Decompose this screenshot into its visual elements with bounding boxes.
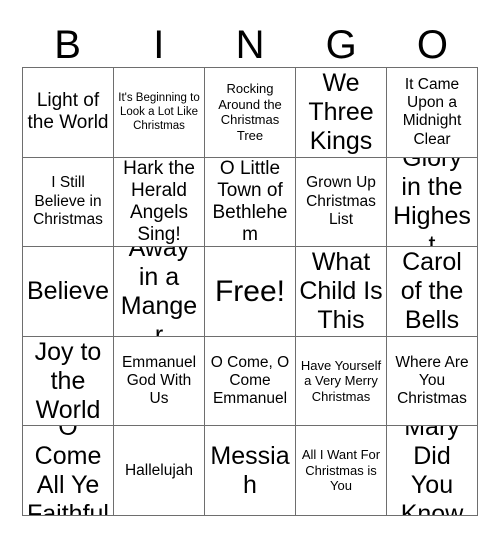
- bingo-cell-label: Emmanuel God With Us: [121, 353, 197, 408]
- bingo-cell-label: O Come, O Come Emmanuel: [210, 353, 290, 408]
- bingo-header-letter-b: B: [54, 22, 81, 67]
- bingo-cell[interactable]: We Three Kings: [296, 68, 387, 158]
- bingo-cell-label: All I Want For Christmas is You: [301, 447, 381, 494]
- bingo-cell[interactable]: Away in a Manger: [114, 247, 205, 337]
- bingo-cell-label: Mary Did You Know: [400, 426, 464, 516]
- bingo-cell[interactable]: Mary Did You Know: [387, 426, 478, 516]
- bingo-cell-label: Carol of the Bells: [400, 248, 464, 334]
- bingo-header-letter-g: G: [325, 22, 357, 67]
- bingo-cell-label: What Child Is This: [299, 248, 383, 334]
- bingo-cell[interactable]: It's Beginning to Look a Lot Like Christ…: [114, 68, 205, 158]
- bingo-cell[interactable]: Light of the World: [23, 68, 114, 158]
- bingo-cell-label: It's Beginning to Look a Lot Like Christ…: [118, 92, 200, 133]
- bingo-cell-label: I Still Believe in Christmas: [33, 174, 103, 229]
- bingo-cell[interactable]: Where Are You Christmas: [387, 336, 478, 427]
- bingo-cell[interactable]: What Child Is This: [296, 247, 387, 337]
- bingo-cell[interactable]: I Still Believe in Christmas: [23, 157, 114, 248]
- bingo-header-letter-n: N: [235, 22, 265, 67]
- bingo-cell-label: Grown Up Christmas List: [306, 174, 376, 229]
- bingo-cell[interactable]: Messiah: [205, 426, 296, 516]
- bingo-cell-label: Have Yourself a Very Merry Christmas: [300, 357, 382, 404]
- bingo-cell[interactable]: O Come All Ye Faithful: [23, 426, 114, 516]
- bingo-cell[interactable]: Hark the Herald Angels Sing!: [114, 157, 205, 248]
- bingo-cell-label: Light of the World: [27, 90, 109, 134]
- bingo-grid: Light of the World It's Beginning to Look…: [22, 67, 478, 516]
- bingo-cell[interactable]: Believe: [23, 247, 114, 337]
- bingo-cell[interactable]: Hallelujah: [114, 426, 205, 516]
- bingo-cell-label: It Came Upon a Midnight Clear: [402, 75, 462, 148]
- bingo-cell[interactable]: Grown Up Christmas List: [296, 157, 387, 248]
- bingo-cell-label: O Come All Ye Faithful: [27, 426, 109, 516]
- bingo-cell-label: We Three Kings: [308, 68, 374, 155]
- bingo-cell[interactable]: Have Yourself a Very Merry Christmas: [296, 336, 387, 427]
- bingo-cell-label: Hallelujah: [124, 461, 194, 479]
- bingo-cell-label: Hark the Herald Angels Sing!: [123, 157, 195, 245]
- bingo-cell-label: Messiah: [210, 441, 290, 499]
- bingo-cell-label: Away in a Manger: [120, 247, 198, 337]
- bingo-cell-label: Rocking Around the Christmas Tree: [218, 81, 282, 143]
- bingo-cell[interactable]: Emmanuel God With Us: [114, 336, 205, 427]
- bingo-cell[interactable]: All I Want For Christmas is You: [296, 426, 387, 516]
- bingo-header-row: B I N G O: [22, 22, 478, 67]
- bingo-header-letter-i: I: [153, 22, 165, 67]
- bingo-cell-label: Glory in the Highest: [393, 157, 471, 248]
- bingo-cell[interactable]: Carol of the Bells: [387, 247, 478, 337]
- bingo-cell[interactable]: O Come, O Come Emmanuel: [205, 336, 296, 427]
- bingo-card: B I N G O Light of the World It's Beginni…: [0, 0, 500, 544]
- bingo-cell[interactable]: It Came Upon a Midnight Clear: [387, 68, 478, 158]
- bingo-cell-label: Believe: [27, 276, 109, 305]
- bingo-cell[interactable]: Rocking Around the Christmas Tree: [205, 68, 296, 158]
- bingo-cell[interactable]: Joy to the World: [23, 336, 114, 427]
- bingo-cell-label: Where Are You Christmas: [395, 353, 469, 408]
- bingo-cell[interactable]: O Little Town of Bethlehem: [205, 157, 296, 248]
- bingo-cell-label: O Little Town of Bethlehem: [212, 157, 288, 245]
- bingo-cell-label: Joy to the World: [34, 337, 102, 424]
- bingo-header-letter-o: O: [416, 22, 448, 67]
- bingo-free-space[interactable]: Free!: [205, 247, 296, 337]
- bingo-cell[interactable]: Glory in the Highest: [387, 157, 478, 248]
- bingo-cell-label: Free!: [214, 274, 286, 308]
